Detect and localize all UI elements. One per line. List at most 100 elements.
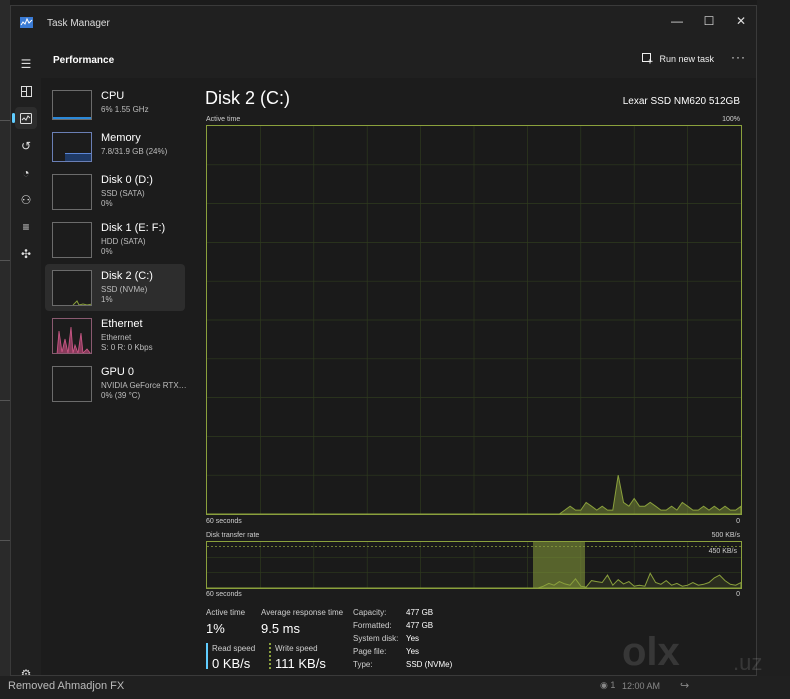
device-item-memory[interactable]: Memory 7.8/31.9 GB (24%) (45, 126, 185, 173)
system-disk-value: Yes (406, 634, 420, 643)
hamburger-icon: ☰ (20, 57, 32, 71)
avg-response-value: 9.5 ms (261, 621, 301, 636)
olx-watermark: olx (622, 630, 680, 674)
active-time-graph-x-left: 60 seconds (206, 518, 242, 525)
device-thumbnail (52, 174, 92, 210)
disk-title: Disk 2 (C:) (205, 88, 290, 108)
transfer-graph-max: 500 KB/s (711, 532, 740, 539)
task-manager-window: Task Manager — ☐ ✕ ☰ ↺ ◔ ⚇ ≡ ✣ ⚙ Perform… (10, 5, 757, 676)
read-speed-value: 0 KB/s (212, 656, 251, 671)
device-name: Disk 0 (D:) (101, 174, 153, 186)
type-value: SSD (NVMe) (406, 660, 453, 669)
window-title: Task Manager (47, 18, 110, 29)
transfer-graph-marker: 450 KB/s (707, 548, 738, 555)
nav-services[interactable]: ✣ (15, 243, 37, 265)
capacity-value: 477 GB (406, 608, 434, 617)
background-app-edge (0, 0, 10, 699)
olx-watermark-suffix: .uz (733, 650, 763, 675)
task-manager-app-icon (20, 17, 33, 28)
system-disk-label: System disk: (353, 634, 399, 643)
write-speed-indicator (269, 643, 271, 669)
gear-icon: ⚙ (20, 667, 32, 676)
device-item-gpu0[interactable]: GPU 0 NVIDIA GeForce RTX… 0% (39 °C) (45, 360, 187, 407)
device-detail: NVIDIA GeForce RTX… (101, 381, 187, 390)
background-divider (0, 400, 10, 401)
write-speed-value: 111 KB/s (275, 656, 326, 671)
device-item-cpu[interactable]: CPU 6% 1.55 GHz (45, 84, 185, 131)
device-detail: SSD (SATA) (101, 189, 145, 198)
close-button[interactable]: ✕ (725, 10, 756, 32)
active-time-graph-label: Active time (206, 116, 241, 123)
device-name: Ethernet (101, 318, 143, 330)
minimize-button[interactable]: — (661, 10, 693, 32)
active-time-graph-max: 100% (722, 116, 740, 123)
close-icon: ✕ (735, 14, 747, 28)
device-thumbnail (52, 270, 92, 306)
history-icon: ↺ (20, 139, 32, 153)
transfer-graph-x-left: 60 seconds (206, 591, 242, 598)
device-usage: 1% (101, 295, 113, 304)
device-item-ethernet[interactable]: Ethernet Ethernet S: 0 R: 0 Kbps (45, 312, 185, 359)
device-thumbnail (52, 366, 92, 402)
background-divider (0, 540, 10, 541)
transfer-rate-graph-svg (207, 542, 742, 589)
device-detail: SSD (NVMe) (101, 285, 148, 294)
device-name: Disk 2 (C:) (101, 270, 153, 282)
page-title: Performance (53, 55, 115, 66)
write-speed-label: Write speed (275, 644, 318, 653)
run-task-icon (642, 53, 653, 64)
device-thumbnail (52, 132, 92, 162)
device-thumbnail (52, 318, 92, 354)
device-detail: HDD (SATA) (101, 237, 146, 246)
device-item-disk1[interactable]: Disk 1 (E: F:) HDD (SATA) 0% (45, 216, 185, 263)
read-speed-indicator (206, 643, 208, 669)
background-time: 12:00 AM (622, 681, 661, 691)
transfer-rate-graph: 450 KB/s (206, 541, 742, 589)
hamburger-menu-button[interactable]: ☰ (15, 53, 37, 75)
nav-details[interactable]: ≡ (15, 216, 37, 238)
nav-startup-apps[interactable]: ◔ (15, 162, 37, 184)
maximize-button[interactable]: ☐ (693, 10, 725, 32)
device-throughput: S: 0 R: 0 Kbps (101, 343, 153, 352)
users-icon: ⚇ (20, 193, 32, 207)
maximize-icon: ☐ (703, 14, 715, 28)
more-options-button[interactable]: ··· (731, 50, 746, 64)
disk-model: Lexar SSD NM620 512GB (622, 96, 740, 107)
page-file-value: Yes (406, 647, 420, 656)
device-detail: Ethernet (101, 333, 132, 342)
device-name: Memory (101, 132, 141, 144)
device-detail: 6% 1.55 GHz (101, 105, 149, 114)
startup-gauge-icon: ◔ (22, 166, 30, 180)
nav-users[interactable]: ⚇ (15, 189, 37, 211)
device-usage: 0% (101, 199, 113, 208)
device-item-disk2[interactable]: Disk 2 (C:) SSD (NVMe) 1% (45, 264, 185, 311)
active-time-graph-x-right: 0 (736, 518, 740, 525)
disk-detail-panel: Disk 2 (C:) Lexar SSD NM620 512GB Active… (191, 78, 756, 675)
nav-settings[interactable]: ⚙ (15, 663, 37, 676)
nav-performance[interactable] (12, 107, 37, 129)
active-time-graph (206, 125, 742, 515)
device-name: Disk 1 (E: F:) (101, 222, 166, 234)
device-item-disk0[interactable]: Disk 0 (D:) SSD (SATA) 0% (45, 168, 185, 215)
eye-icon: ◉ 1 (600, 680, 616, 690)
nav-processes[interactable] (15, 80, 37, 102)
run-new-task-label: Run new task (659, 53, 714, 64)
device-name: CPU (101, 90, 125, 102)
nav-app-history[interactable]: ↺ (15, 135, 37, 157)
run-new-task-button[interactable]: Run new task (642, 53, 714, 64)
background-bottom-bar: Removed Ahmadjon FX ◉ 1 12:00 AM ↪ (0, 676, 790, 699)
background-bottom-text: Removed Ahmadjon FX (8, 680, 125, 692)
page-header: Performance Run new task ··· (41, 40, 756, 78)
processes-icon (20, 85, 32, 97)
details-list-icon: ≡ (22, 220, 30, 234)
minimize-icon: — (671, 14, 683, 28)
transfer-graph-x-right: 0 (736, 591, 740, 598)
performance-icon (20, 112, 32, 124)
page-file-label: Page file: (353, 647, 387, 656)
nav-rail: ☰ ↺ ◔ ⚇ ≡ ✣ ⚙ (11, 40, 41, 675)
device-thumbnail (52, 222, 92, 258)
device-thumbnail (52, 90, 92, 120)
type-label: Type: (353, 660, 373, 669)
capacity-label: Capacity: (353, 608, 387, 617)
active-time-graph-svg (207, 126, 742, 515)
